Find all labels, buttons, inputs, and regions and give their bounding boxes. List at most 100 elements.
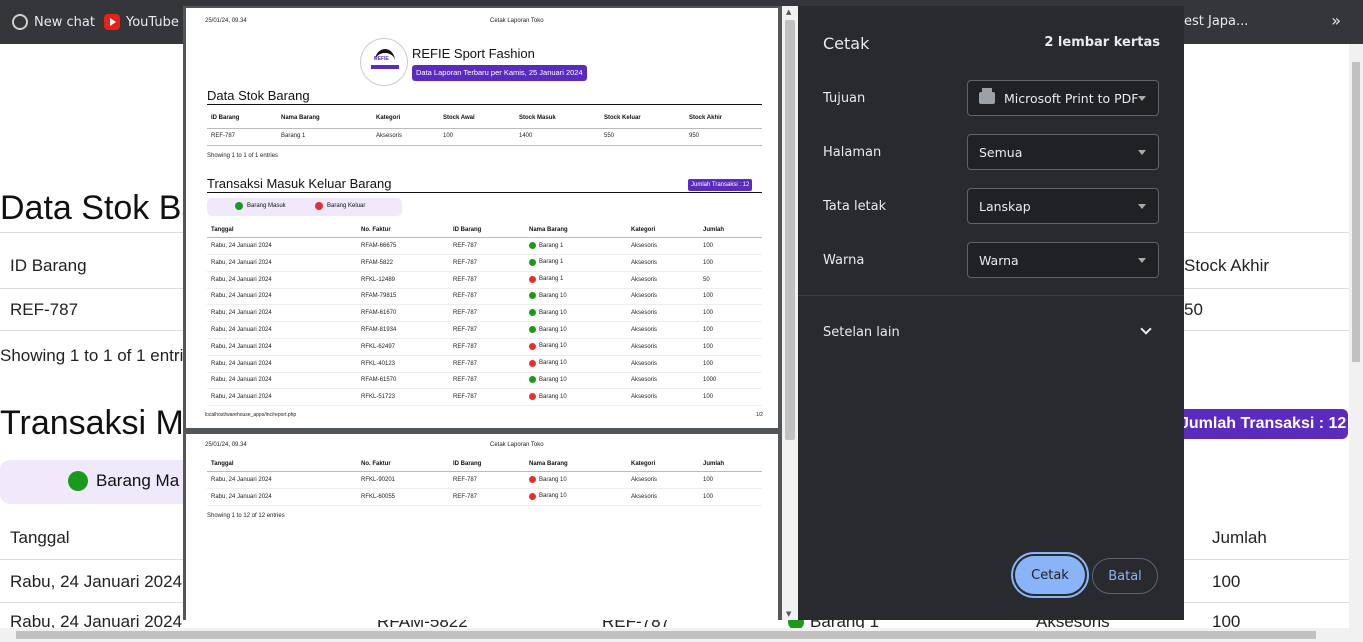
bookmark-japan[interactable]: est Japa...	[1184, 14, 1248, 29]
chevron-down-icon	[1138, 204, 1146, 209]
bookmark-label: New chat	[34, 14, 95, 30]
trans-cell-tanggal: Rabu, 24 Januari 2024	[211, 327, 272, 333]
bookmarks-more-icon[interactable]: »	[1331, 11, 1341, 30]
trans-cell-jumlah: 100	[703, 394, 714, 401]
stok-col-header: Stock Keluar	[604, 115, 641, 121]
trans-cell-id: REF-787	[453, 259, 478, 266]
trans-cell-faktur: RFAM-79815	[361, 293, 397, 300]
trans-nama-label: Barang 10	[539, 343, 567, 350]
chevron-down-icon[interactable]	[1140, 323, 1152, 335]
minus-icon	[315, 202, 323, 210]
trans-cell-id: REF-787	[453, 493, 478, 500]
minus-icon	[529, 342, 536, 350]
trans-col-header: Nama Barang	[529, 227, 568, 233]
scroll-thumb[interactable]	[785, 20, 795, 440]
stok-col-header: Stock Masuk	[519, 115, 556, 121]
trans-col-header: Jumlah	[703, 227, 725, 233]
trans-nama-label: Barang 10	[539, 493, 567, 500]
page-scrollbar-horizontal[interactable]	[0, 628, 1363, 642]
row-divider	[207, 287, 762, 289]
color-label: Warna	[823, 253, 865, 268]
trans-cell-nama: Barang 1	[529, 258, 563, 266]
minus-icon	[529, 275, 536, 283]
trans-cell-nama: Barang 1	[529, 275, 563, 283]
trans-cell-faktur: RFAM-61670	[361, 310, 397, 317]
trans-cell-kategori: Aksesoris	[631, 243, 658, 249]
trans-cell-kategori: Aksesoris	[631, 327, 658, 333]
trans-cell-faktur: RFAM-61570	[361, 377, 397, 384]
trans-cell-kategori: Aksesoris	[631, 477, 658, 483]
bookmark-youtube[interactable]: YouTube	[104, 14, 179, 30]
destination-value: Microsoft Print to PDF	[1004, 90, 1139, 106]
trans-heading: Transaksi Masuk Keluar Barang	[207, 176, 392, 191]
trans-cell-tanggal: Rabu, 24 Januari 2024	[211, 293, 272, 300]
row-divider	[207, 338, 762, 339]
pages-value: Semua	[979, 144, 1023, 160]
trans-cell-nama: Barang 10	[529, 476, 567, 483]
trans-cell-kategori: Aksesoris	[631, 493, 658, 500]
print-dialog: Cetak 2 lembar kertas Tujuan Microsoft P…	[798, 6, 1184, 620]
minus-icon	[529, 359, 536, 367]
trans-cell-faktur: RFAM-5822	[361, 259, 394, 266]
youtube-icon	[104, 14, 120, 30]
trans-cell-jumlah: 100	[703, 493, 714, 500]
stok-heading: Data Stok Ba	[0, 189, 201, 227]
col-id: ID Barang	[10, 256, 87, 275]
trans-cell-tanggal: Rabu, 24 Januari 2024	[211, 243, 272, 249]
chevron-down-icon	[1138, 258, 1146, 263]
plus-icon	[529, 258, 536, 266]
plus-icon	[529, 326, 536, 333]
trans-col-header: Kategori	[631, 227, 656, 233]
scroll-thumb[interactable]	[16, 631, 1316, 639]
row-divider	[207, 321, 762, 323]
trans-cell-faktur: RFKL-40123	[361, 360, 396, 367]
destination-label: Tujuan	[823, 91, 866, 106]
trans-cell-nama: Barang 10	[529, 359, 567, 367]
plus-icon	[235, 202, 243, 210]
print-button[interactable]: Cetak	[1011, 552, 1089, 598]
trans-cell-id: REF-787	[453, 377, 478, 384]
scroll-up-icon[interactable]: ▲	[786, 8, 791, 16]
trans-cell-kategori: Aksesoris	[631, 293, 658, 300]
trans-cell-nama: Barang 10	[529, 326, 567, 333]
trans-col-header: ID Barang	[453, 227, 482, 233]
page-scrollbar-vertical[interactable]	[1349, 44, 1363, 628]
cancel-button[interactable]: Batal	[1092, 558, 1158, 594]
color-select[interactable]: Warna	[967, 242, 1159, 278]
stok-cell: Barang 1	[281, 133, 306, 139]
chevron-down-icon	[1138, 150, 1146, 155]
stok-cell: 1400	[519, 133, 533, 139]
trans-cell-faktur: RFKL-12489	[361, 276, 396, 283]
pages-select[interactable]: Semua	[967, 134, 1159, 170]
plus-icon	[529, 376, 536, 384]
bookmark-label: est Japa...	[1184, 14, 1249, 29]
trans-cell-tanggal: Rabu, 24 Januari 2024	[211, 276, 272, 283]
scroll-thumb[interactable]	[1352, 62, 1360, 362]
row-divider	[207, 270, 762, 272]
brand-name: REFIE Sport Fashion	[412, 46, 535, 61]
destination-select[interactable]: Microsoft Print to PDF	[967, 80, 1159, 116]
scroll-down-icon[interactable]: ▼	[786, 610, 791, 618]
bookmark-new-chat[interactable]: New chat	[12, 14, 95, 30]
trans-col-header: No. Faktur	[361, 461, 391, 467]
row-divider	[207, 388, 762, 390]
trans-cell-faktur: RFKL-62497	[361, 343, 396, 350]
minus-icon	[529, 476, 536, 483]
trans-cell-faktur: RFKL-60055	[361, 493, 396, 500]
trans-cell-kategori: Aksesoris	[631, 377, 658, 384]
trans-cell-nama: Barang 10	[529, 376, 567, 384]
col-stock-akhir: Stock Akhir	[1184, 256, 1270, 275]
row-divider	[207, 304, 762, 306]
bookmark-label: YouTube	[126, 14, 179, 30]
trans-nama-label: Barang 10	[539, 292, 567, 299]
layout-value: Lanskap	[979, 198, 1031, 214]
plus-icon	[68, 471, 88, 491]
more-settings-toggle[interactable]: Setelan lain	[823, 325, 900, 340]
trans-nama-label: Barang 10	[539, 476, 567, 483]
legend-pill: Barang Ma	[0, 460, 200, 504]
layout-select[interactable]: Lanskap	[967, 188, 1159, 224]
preview-scrollbar[interactable]: ▲ ▼	[782, 6, 798, 620]
stok-cell: 550	[604, 133, 615, 139]
divider	[207, 128, 762, 129]
trans-cell-jumlah: 50	[703, 276, 710, 283]
